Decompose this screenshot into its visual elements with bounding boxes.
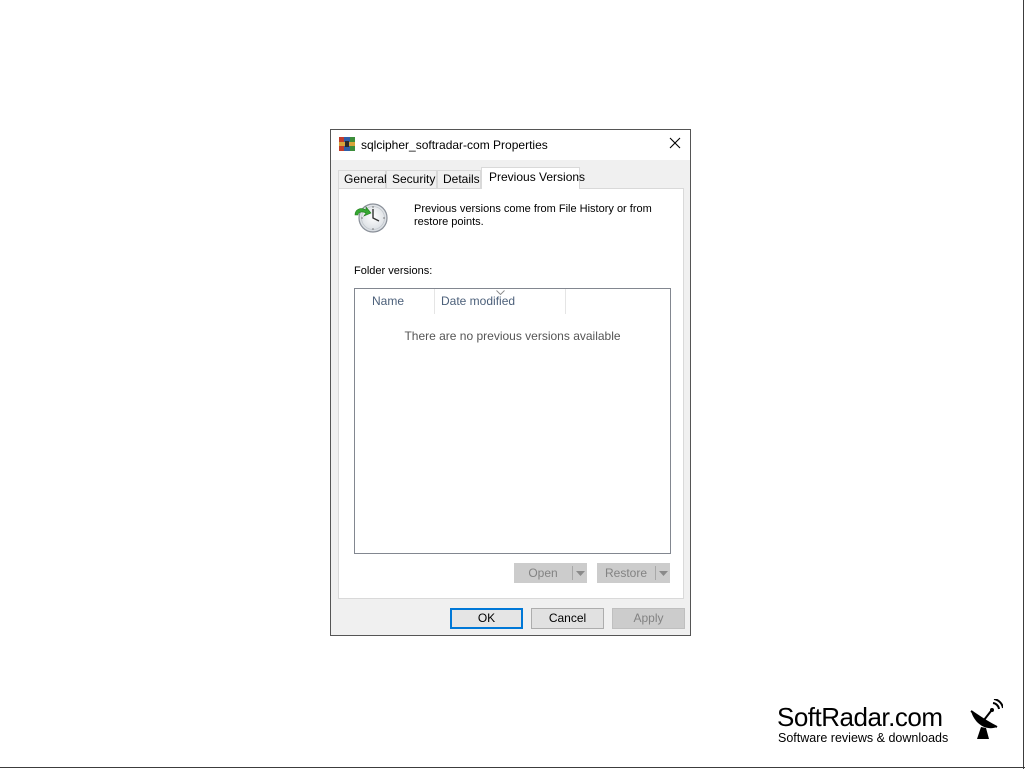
clock-restore-icon xyxy=(353,201,389,235)
column-header-date-modified[interactable]: Date modified xyxy=(435,289,566,314)
close-icon xyxy=(669,136,681,154)
tab-previous-versions[interactable]: Previous Versions xyxy=(481,167,585,189)
properties-dialog: sqlcipher_softradar-com Properties Gener… xyxy=(330,129,691,636)
tab-general[interactable]: General xyxy=(338,170,387,188)
cancel-button[interactable]: Cancel xyxy=(531,608,604,629)
open-split-button[interactable]: Open xyxy=(514,563,587,583)
ok-button[interactable]: OK xyxy=(450,608,523,629)
brand-name: SoftRadar.com xyxy=(777,702,943,732)
open-button-label: Open xyxy=(528,566,558,580)
previous-versions-panel: Previous versions come from File History… xyxy=(338,188,684,599)
satellite-dish-icon xyxy=(967,698,1004,743)
versions-list[interactable]: Name Date modified There are no previous… xyxy=(354,288,671,554)
apply-button[interactable]: Apply xyxy=(612,608,685,629)
softradar-watermark: SoftRadar.com Software reviews & downloa… xyxy=(777,698,1007,752)
sort-down-icon xyxy=(496,280,505,305)
empty-list-message: There are no previous versions available xyxy=(404,329,621,343)
chevron-down-icon[interactable] xyxy=(573,564,587,582)
title-bar: sqlcipher_softradar-com Properties xyxy=(331,130,690,160)
info-text: Previous versions come from File History… xyxy=(414,203,652,228)
tab-details[interactable]: Details xyxy=(437,170,481,188)
restore-split-button[interactable]: Restore xyxy=(597,563,670,583)
brand-tagline: Software reviews & downloads xyxy=(778,731,949,745)
window-title: sqlcipher_softradar-com Properties xyxy=(361,138,548,152)
page-border-right xyxy=(1023,0,1024,769)
restore-button-label: Restore xyxy=(604,566,648,580)
page-border-bottom xyxy=(0,767,1025,768)
folder-versions-label: Folder versions: xyxy=(354,265,433,277)
close-button[interactable] xyxy=(660,130,690,160)
chevron-down-icon[interactable] xyxy=(656,564,670,582)
column-header-name[interactable]: Name xyxy=(355,289,435,314)
tab-security[interactable]: Security xyxy=(386,170,437,188)
winrar-archive-icon xyxy=(339,137,355,151)
